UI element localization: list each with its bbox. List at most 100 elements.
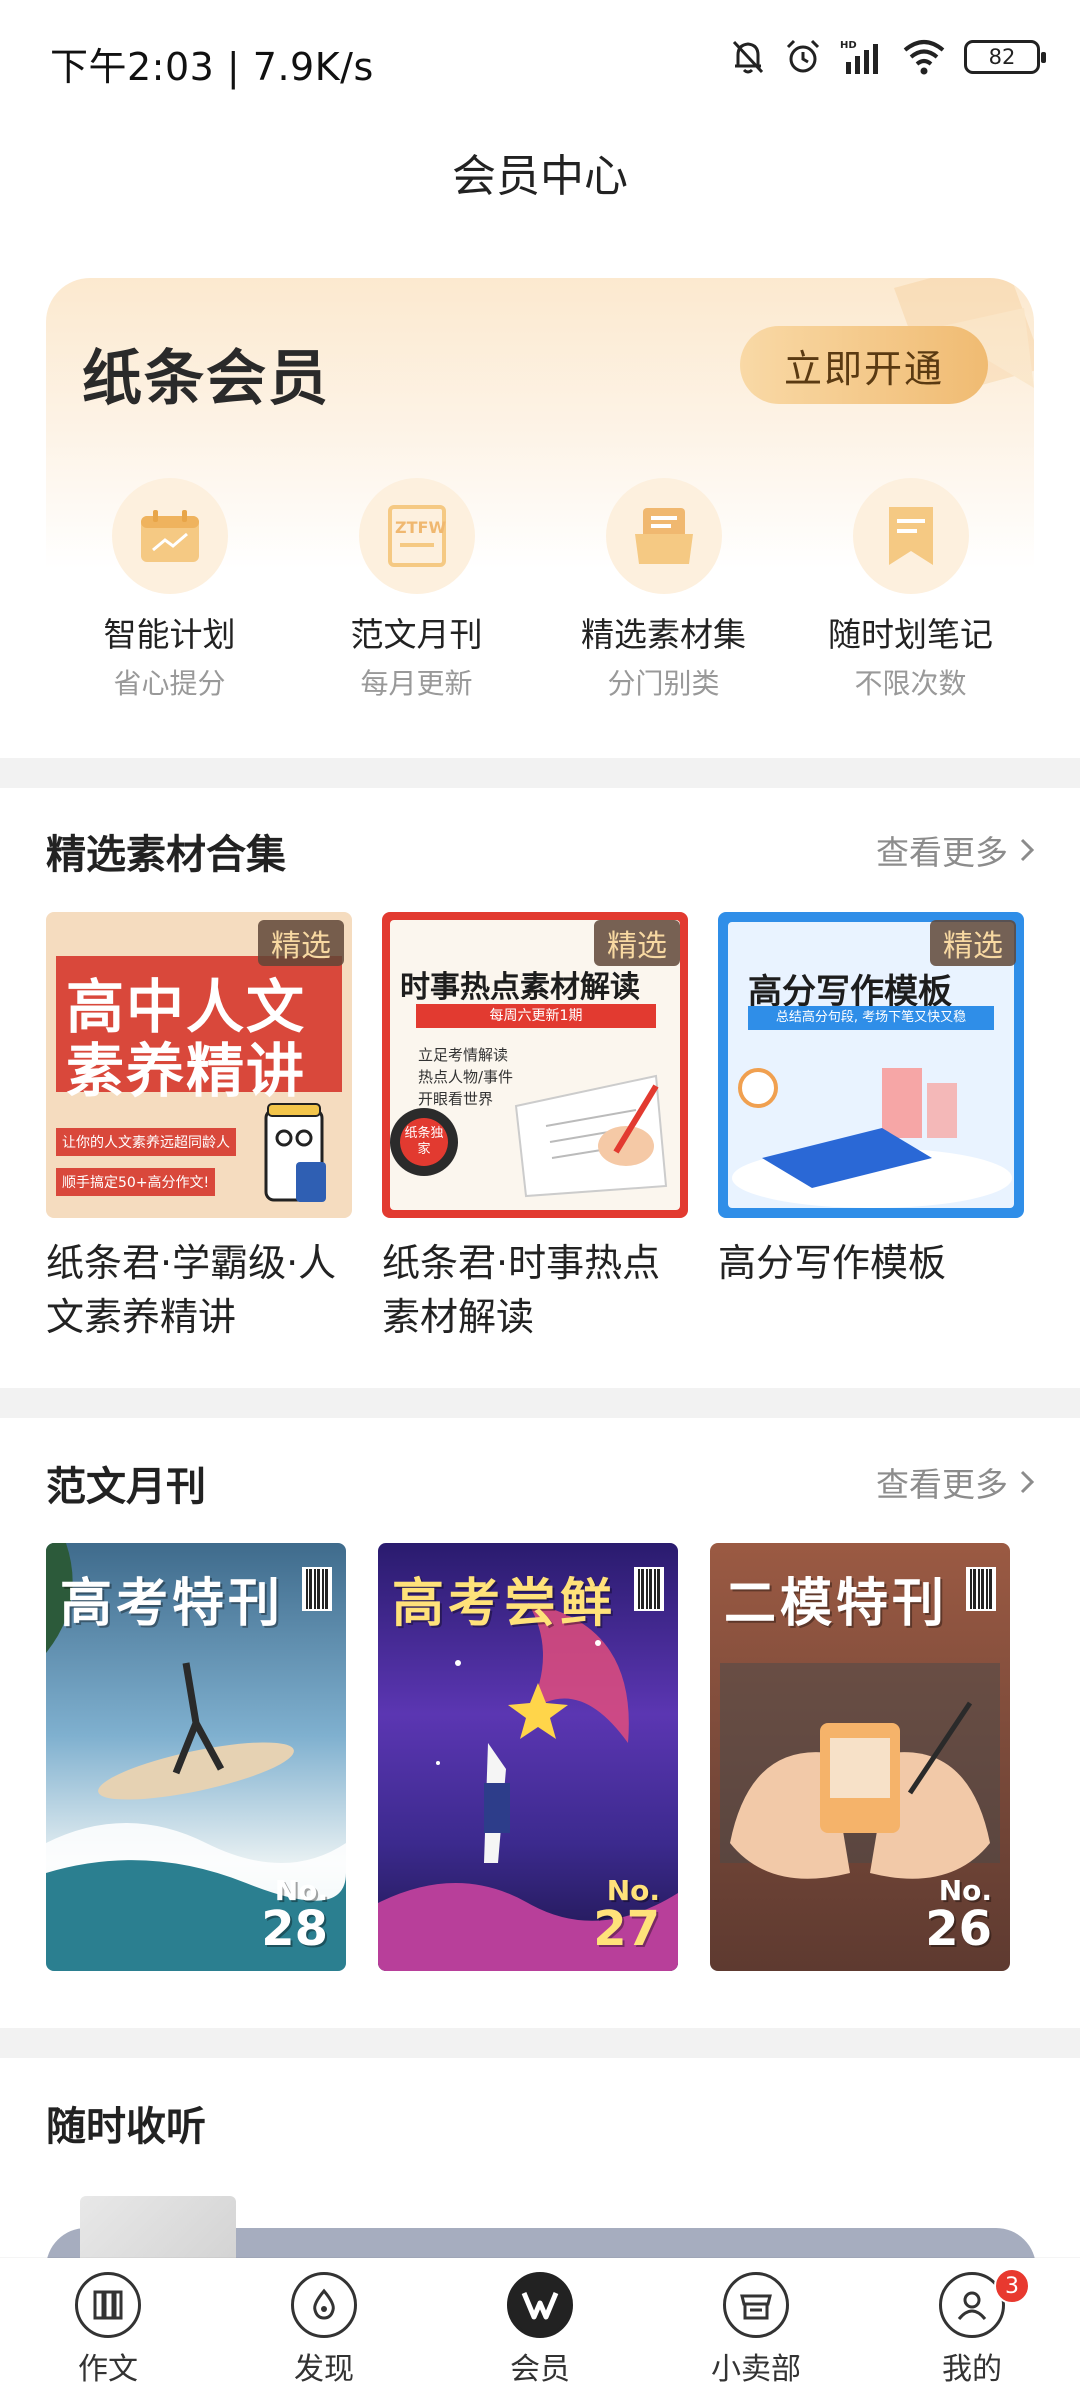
nav-label: 作文 <box>78 2352 138 2387</box>
notification-badge: 3 <box>994 2268 1030 2304</box>
status-icons: HD 82 <box>730 38 1046 76</box>
member-icon <box>507 2272 573 2338</box>
benefit-subtitle: 分门别类 <box>607 667 720 700</box>
issue-number: No. 28 <box>261 1877 328 1957</box>
barcode-icon <box>634 1567 664 1611</box>
cover-caption: 总结高分句段, 考场下笔又快又稳 <box>748 1006 994 1030</box>
benefit-title: 智能计划 <box>103 615 236 654</box>
cover-caption: 顺手搞定50+高分作文! <box>56 1168 216 1196</box>
discover-icon <box>291 2272 357 2338</box>
benefit-monthly-essays[interactable]: ZTFW 范文月刊 每月更新 <box>293 478 540 718</box>
member-card: 纸条会员 立即开通 智能计划 省心提分 ZTFW 范文月刊 每月更新 精选素材集… <box>46 278 1034 748</box>
monthly-cover[interactable]: 二模特刊 No. 26 <box>710 1543 1010 1971</box>
nav-label: 小卖部 <box>711 2352 801 2387</box>
battery-indicator: 82 <box>964 40 1046 74</box>
book-city-illustration-icon <box>732 1068 1012 1208</box>
section-divider <box>0 758 1080 788</box>
cover-caption: 每周六更新1期 <box>416 1004 656 1028</box>
chevron-right-icon <box>1020 838 1035 862</box>
material-card[interactable]: 高中人文 素养精讲 让你的人文素养远超同龄人 顺手搞定50+高分作文! 精选 纸… <box>46 912 352 1344</box>
barcode-icon <box>966 1567 996 1611</box>
mute-bell-icon <box>732 40 764 74</box>
wifi-icon <box>903 40 945 75</box>
material-title: 高分写作模板 <box>718 1241 947 1285</box>
ztfw-magazine-icon: ZTFW <box>358 478 475 594</box>
barcode-icon <box>302 1567 332 1611</box>
svg-text:ZTFW: ZTFW <box>395 518 446 537</box>
mascot-illustration-icon <box>264 1103 326 1202</box>
member-title: 纸条会员 <box>82 344 330 414</box>
nav-label: 我的 <box>942 2352 1002 2387</box>
cover-title: 二模特刊 <box>724 1573 949 1634</box>
featured-tag: 精选 <box>930 920 1016 966</box>
monthly-cover[interactable]: 高考尝鲜 No. 27 <box>378 1543 678 1971</box>
see-more-label: 查看更多 <box>876 833 1008 872</box>
nav-tab-discover[interactable]: 发现 <box>216 2258 432 2400</box>
materials-see-more-link[interactable]: 查看更多 <box>876 826 1036 874</box>
benefit-subtitle: 不限次数 <box>854 667 967 700</box>
benefit-subtitle: 每月更新 <box>360 667 473 700</box>
material-title: 纸条君·学霸级·人文素养精讲 <box>46 1241 337 1339</box>
cover-badge: 纸条独家 <box>390 1108 458 1176</box>
benefit-title: 精选素材集 <box>581 615 746 654</box>
material-card[interactable]: 高分写作模板 总结高分句段, 考场下笔又快又稳 精选 高分写作模板 <box>718 912 1024 1344</box>
see-more-label: 查看更多 <box>876 1465 1008 1504</box>
nav-tab-shop[interactable]: 小卖部 <box>648 2258 864 2400</box>
issue-number: No. 26 <box>925 1877 992 1957</box>
materials-row: 高中人文 素养精讲 让你的人文素养远超同龄人 顺手搞定50+高分作文! 精选 纸… <box>46 912 1080 1344</box>
nav-label: 会员 <box>510 2352 570 2387</box>
section-divider <box>0 1388 1080 1418</box>
cover-badge-text: 纸条独家 <box>400 1118 448 1166</box>
cover-title: 高考尝鲜 <box>392 1573 617 1634</box>
material-cover: 高中人文 素养精讲 让你的人文素养远超同龄人 顺手搞定50+高分作文! 精选 <box>46 912 352 1218</box>
monthly-cover[interactable]: 高考特刊 No. 28 <box>46 1543 346 1971</box>
benefit-selected-materials[interactable]: 精选素材集 分门别类 <box>540 478 787 718</box>
page-title: 会员中心 <box>452 151 628 202</box>
cover-title: 高考特刊 <box>60 1573 285 1634</box>
featured-tag: 精选 <box>258 920 344 966</box>
material-cover: 时事热点素材解读 每周六更新1期 立足考情解读 热点人物/事件 开眼看世界 纸条… <box>382 912 688 1218</box>
svg-text:HD: HD <box>840 40 857 51</box>
signal-icon: HD <box>840 40 878 74</box>
material-card[interactable]: 时事热点素材解读 每周六更新1期 立足考情解读 热点人物/事件 开眼看世界 纸条… <box>382 912 688 1344</box>
cover-line: 热点人物/事件 <box>418 1068 514 1086</box>
open-membership-button[interactable]: 立即开通 <box>740 326 988 404</box>
featured-tag: 精选 <box>594 920 680 966</box>
materials-section-title: 精选素材合集 <box>46 832 286 878</box>
bookmark-icon <box>852 478 969 594</box>
monthly-row: 高考特刊 No. 28 高考尝鲜 No. 27 二模特刊 No. 26 <box>46 1543 1080 1971</box>
nav-tab-member[interactable]: 会员 <box>432 2258 648 2400</box>
calendar-icon <box>111 478 228 594</box>
benefit-title: 范文月刊 <box>350 615 483 654</box>
shop-icon <box>723 2272 789 2338</box>
section-divider <box>0 2028 1080 2058</box>
issue-value: 26 <box>925 1901 992 1957</box>
hand-writing-illustration-icon <box>514 1074 668 1198</box>
monthly-see-more-link[interactable]: 查看更多 <box>876 1458 1036 1506</box>
cover-line: 开眼看世界 <box>418 1090 494 1108</box>
cover-headline: 时事热点素材解读 <box>400 970 640 1005</box>
status-time: 下午2:03 | 7.9K/s <box>50 45 374 89</box>
material-title: 纸条君·时事热点素材解读 <box>382 1241 661 1339</box>
benefits-row: 智能计划 省心提分 ZTFW 范文月刊 每月更新 精选素材集 分门别类 随时划笔… <box>46 478 1034 718</box>
benefit-smart-plan[interactable]: 智能计划 省心提分 <box>46 478 293 718</box>
issue-value: 27 <box>593 1901 660 1957</box>
issue-number: No. 27 <box>593 1877 660 1957</box>
nav-tab-essay[interactable]: 作文 <box>0 2258 216 2400</box>
chevron-right-icon <box>1020 1470 1035 1494</box>
alarm-icon <box>786 39 820 73</box>
benefit-subtitle: 省心提分 <box>113 667 226 700</box>
bottom-nav: 作文 发现 会员 小卖部 我的 3 <box>0 2258 1080 2400</box>
benefit-title: 随时划笔记 <box>828 615 993 654</box>
cover-line: 立足考情解读 <box>418 1046 509 1064</box>
monthly-section-title: 范文月刊 <box>46 1464 206 1510</box>
material-cover: 高分写作模板 总结高分句段, 考场下笔又快又稳 精选 <box>718 912 1024 1218</box>
issue-value: 28 <box>261 1901 328 1957</box>
essay-icon <box>75 2272 141 2338</box>
cover-headline: 素养精讲 <box>66 1037 307 1105</box>
nav-tab-profile[interactable]: 我的 3 <box>864 2258 1080 2400</box>
folder-icon <box>605 478 722 594</box>
benefit-notes[interactable]: 随时划笔记 不限次数 <box>787 478 1034 718</box>
nav-label: 发现 <box>294 2352 354 2387</box>
cover-caption: 让你的人文素养远超同龄人 <box>56 1128 236 1156</box>
